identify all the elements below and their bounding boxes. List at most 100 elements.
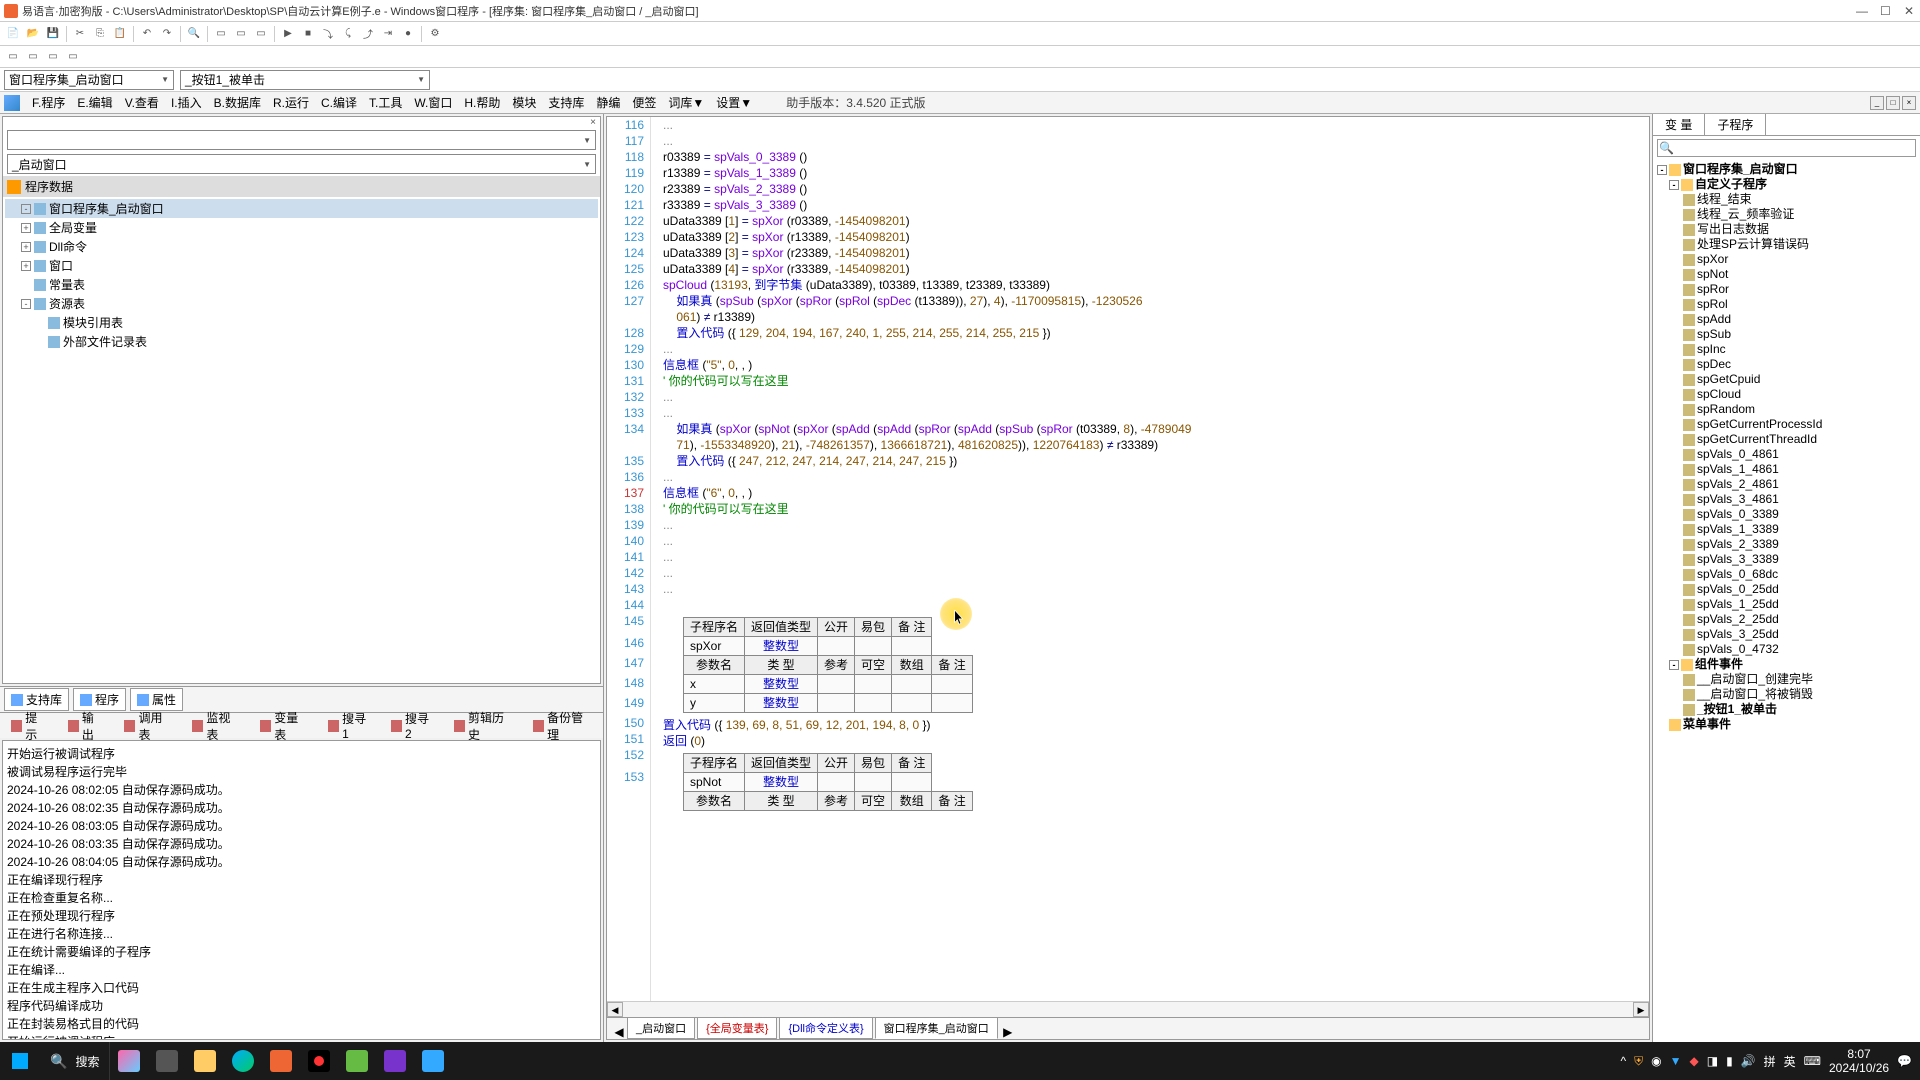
code-line[interactable]: uData3389 [2] = spXor (r13389, -14540982… <box>663 229 1649 245</box>
code-area[interactable]: 1161171181191201211221231241251261271281… <box>607 117 1649 1001</box>
tree-expand-icon[interactable]: - <box>1669 180 1679 190</box>
editor-tab[interactable]: 窗口程序集_启动窗口 <box>875 1017 998 1039</box>
subroutine-tree-item[interactable]: spVals_1_25dd <box>1655 597 1918 612</box>
panel2-icon[interactable]: ▭ <box>232 25 250 43</box>
paste-icon[interactable]: 📋 <box>111 25 129 43</box>
subroutine-tree-item[interactable]: spXor <box>1655 252 1918 267</box>
compile-icon[interactable]: ⚙ <box>426 25 444 43</box>
output-log[interactable]: 开始运行被调试程序被调试易程序运行完毕2024-10-26 08:02:05 自… <box>2 740 601 1040</box>
taskbar-eyuyan[interactable] <box>262 1042 300 1080</box>
code-line[interactable]: 如果真 (spXor (spNot (spXor (spAdd (spAdd (… <box>663 421 1649 453</box>
code-line[interactable]: ... <box>663 581 1649 597</box>
tray-icon-1[interactable]: ▼ <box>1670 1054 1682 1068</box>
tab-variable[interactable]: 变 量 <box>1653 114 1705 135</box>
subroutine-tree-item[interactable]: 线程_云_频率验证 <box>1655 207 1918 222</box>
code-line[interactable]: ... <box>663 517 1649 533</box>
run-icon[interactable]: ▶ <box>279 25 297 43</box>
tree-item[interactable]: 常量表 <box>5 275 598 294</box>
subroutine-tree-item[interactable]: spRandom <box>1655 402 1918 417</box>
scroll-left-icon[interactable]: ◀ <box>607 1002 623 1017</box>
code-line[interactable]: r23389 = spVals_2_3389 () <box>663 181 1649 197</box>
tree-expand-icon[interactable]: - <box>1669 660 1679 670</box>
subroutine-tree-item[interactable]: spVals_0_68dc <box>1655 567 1918 582</box>
menu-item[interactable]: T.工具 <box>363 92 408 113</box>
tree-item[interactable]: 外部文件记录表 <box>5 332 598 351</box>
subroutine-tree-item[interactable]: spVals_3_3389 <box>1655 552 1918 567</box>
subroutine-tree-item[interactable]: 处理SP云计算错误码 <box>1655 237 1918 252</box>
tab-prev-icon[interactable]: ◀ <box>611 1025 627 1039</box>
tb2-icon-3[interactable]: ▭ <box>44 48 62 66</box>
code-line[interactable]: spCloud (13193, 到字节集 (uData3389), t03389… <box>663 277 1649 293</box>
subroutine-tree-item[interactable]: spGetCpuid <box>1655 372 1918 387</box>
menu-item[interactable]: B.数据库 <box>208 92 267 113</box>
menu-item[interactable]: 支持库 <box>542 92 590 113</box>
tab-next-icon[interactable]: ▶ <box>1000 1025 1016 1039</box>
menu-item[interactable]: H.帮助 <box>458 92 506 113</box>
panel1-icon[interactable]: ▭ <box>212 25 230 43</box>
tree-expand-icon[interactable]: - <box>1657 165 1667 175</box>
menu-item[interactable]: R.运行 <box>267 92 315 113</box>
code-line[interactable]: uData3389 [3] = spXor (r23389, -14540982… <box>663 245 1649 261</box>
editor-hscroll[interactable]: ◀ ▶ <box>607 1001 1649 1017</box>
combo-scope[interactable]: 窗口程序集_启动窗口▼ <box>4 70 174 90</box>
code-line[interactable]: uData3389 [1] = spXor (r03389, -14540982… <box>663 213 1649 229</box>
subroutine-tree-item[interactable]: spAdd <box>1655 312 1918 327</box>
tray-chevron-icon[interactable]: ^ <box>1620 1054 1626 1068</box>
close-button[interactable]: ✕ <box>1904 4 1916 18</box>
ime-lang2[interactable]: 英 <box>1784 1053 1796 1070</box>
mdi-min-icon[interactable]: _ <box>1870 96 1884 110</box>
code-line[interactable]: ... <box>663 549 1649 565</box>
editor-tab[interactable]: {全局变量表} <box>697 1017 777 1039</box>
tree-expand-icon[interactable]: + <box>21 242 31 252</box>
tree-item[interactable]: -资源表 <box>5 294 598 313</box>
minimize-button[interactable]: — <box>1856 4 1868 18</box>
open-icon[interactable]: 📂 <box>24 25 42 43</box>
find-icon[interactable]: 🔍 <box>185 25 203 43</box>
redo-icon[interactable]: ↷ <box>158 25 176 43</box>
code-line[interactable]: 如果真 (spSub (spXor (spRor (spRol (spDec (… <box>663 293 1649 325</box>
tree-item[interactable]: -窗口程序集_启动窗口 <box>5 199 598 218</box>
mdi-close-icon[interactable]: × <box>1902 96 1916 110</box>
subroutine-tree-item[interactable]: 写出日志数据 <box>1655 222 1918 237</box>
tray-keyboard-icon[interactable]: ⌨ <box>1804 1054 1821 1068</box>
editor-tab[interactable]: {Dll命令定义表} <box>779 1017 872 1039</box>
tree-item[interactable]: +全局变量 <box>5 218 598 237</box>
mdi-max-icon[interactable]: □ <box>1886 96 1900 110</box>
subroutine-tree-item[interactable]: spInc <box>1655 342 1918 357</box>
menu-item[interactable]: I.插入 <box>165 92 208 113</box>
subroutine-tree-item[interactable]: 线程_结束 <box>1655 192 1918 207</box>
menu-item[interactable]: W.窗口 <box>408 92 458 113</box>
tray-volume-icon[interactable]: 🔊 <box>1741 1054 1756 1068</box>
tb2-icon-2[interactable]: ▭ <box>24 48 42 66</box>
menu-item[interactable]: 静编 <box>590 92 626 113</box>
tree-combo-top[interactable]: ▼ <box>7 130 596 150</box>
code-line[interactable]: ... <box>663 565 1649 581</box>
taskbar-explorer[interactable] <box>186 1042 224 1080</box>
menu-item[interactable]: E.编辑 <box>71 92 118 113</box>
menu-item[interactable]: F.程序 <box>26 92 71 113</box>
code-line[interactable]: uData3389 [4] = spXor (r33389, -14540982… <box>663 261 1649 277</box>
menu-item[interactable]: 设置▼ <box>710 92 758 113</box>
subroutine-tree-item[interactable]: spNot <box>1655 267 1918 282</box>
maximize-button[interactable]: ☐ <box>1880 4 1892 18</box>
subroutine-tree-item[interactable]: spVals_2_4861 <box>1655 477 1918 492</box>
subroutine-tree-item[interactable]: spVals_2_25dd <box>1655 612 1918 627</box>
tray-security-icon[interactable]: ⛨ <box>1634 1054 1643 1069</box>
code-line[interactable]: 子程序名返回值类型公开易包备 注spXor整数型参数名类 型参考可空数组备 注x… <box>663 617 1649 713</box>
taskbar-copilot[interactable] <box>110 1042 148 1080</box>
code-line[interactable]: 返回 (0) <box>663 733 1649 749</box>
menu-item[interactable]: 模块 <box>506 92 542 113</box>
code-line[interactable]: ... <box>663 133 1649 149</box>
menu-item[interactable]: V.查看 <box>119 92 165 113</box>
save-icon[interactable]: 💾 <box>44 25 62 43</box>
subroutine-tree-item[interactable]: spVals_3_25dd <box>1655 627 1918 642</box>
tray-notification-icon[interactable]: 💬 <box>1897 1054 1912 1068</box>
menu-item[interactable]: C.编译 <box>315 92 363 113</box>
tree-item[interactable]: +窗口 <box>5 256 598 275</box>
tray-steam-icon[interactable]: ◉ <box>1651 1054 1661 1068</box>
start-button[interactable] <box>0 1042 40 1080</box>
code-body[interactable]: ......r03389 = spVals_0_3389 ()r13389 = … <box>651 117 1649 1001</box>
ime-lang1[interactable]: 拼 <box>1764 1053 1776 1070</box>
subroutine-tree-item[interactable]: -窗口程序集_启动窗口 <box>1655 162 1918 177</box>
subroutine-tree-item[interactable]: __启动窗口_将被销毁 <box>1655 687 1918 702</box>
